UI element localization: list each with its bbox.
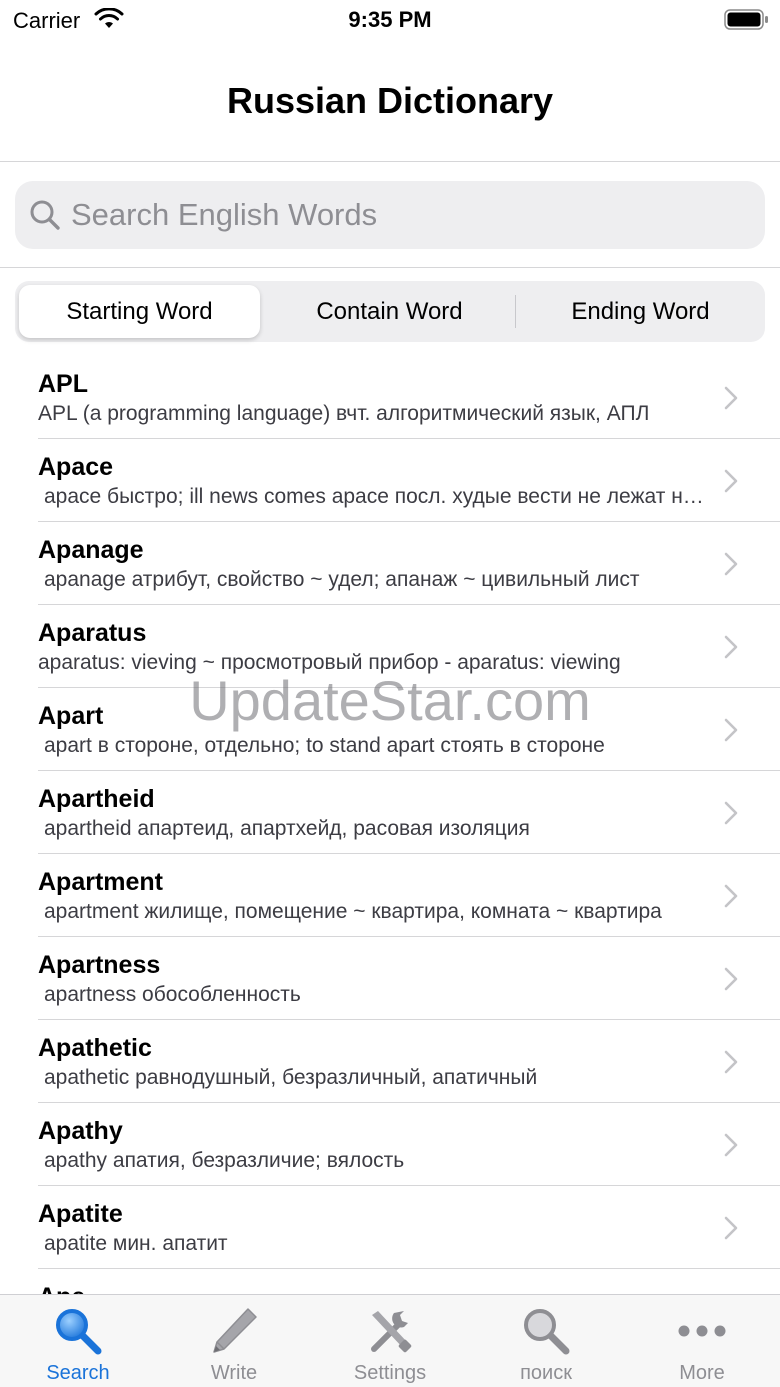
tab-label: Settings bbox=[353, 1362, 427, 1384]
tab-label: More bbox=[679, 1362, 725, 1384]
chevron-right-icon bbox=[724, 635, 738, 659]
entry-word: Apartness bbox=[38, 951, 161, 979]
tab-label: поиск bbox=[520, 1362, 572, 1384]
tab-more[interactable]: More bbox=[624, 1295, 780, 1387]
entry-definition: apartness обособленность bbox=[44, 983, 301, 1006]
entry-word: Apartment bbox=[38, 868, 164, 896]
entry-definition: apartheid апартеид, апартхейд, расовая и… bbox=[44, 817, 530, 840]
word-list: APL APL (a programming language) вчт. ал… bbox=[0, 356, 780, 1294]
chevron-right-icon bbox=[724, 718, 738, 742]
list-item[interactable]: Apathetic apathetic равнодушный, безразл… bbox=[0, 1020, 780, 1103]
list-item[interactable]: Apace apace быстро; ill news comes apace… bbox=[0, 439, 780, 522]
list-item[interactable]: Ape bbox=[0, 1269, 780, 1294]
list-item[interactable]: Apart apart в стороне, отдельно; to stan… bbox=[0, 688, 780, 771]
more-dots-icon bbox=[678, 1325, 726, 1337]
list-item[interactable]: Aparatus aparatus: vieving ~ просмотровы… bbox=[0, 605, 780, 688]
entry-word: Apathy bbox=[38, 1117, 123, 1145]
entry-definition: apatite мин. апатит bbox=[44, 1232, 228, 1255]
entry-word: Apart bbox=[38, 702, 104, 730]
segment-starting-word[interactable]: Starting Word bbox=[19, 285, 260, 338]
tab-write[interactable]: Write bbox=[156, 1295, 312, 1387]
search-bar[interactable] bbox=[15, 181, 765, 249]
entry-definition: apathetic равнодушный, безразличный, апа… bbox=[44, 1066, 538, 1089]
page-title: Russian Dictionary bbox=[226, 80, 554, 121]
chevron-right-icon bbox=[724, 469, 738, 493]
chevron-right-icon bbox=[724, 1133, 738, 1157]
entry-definition: APL (a programming language) вчт. алгори… bbox=[38, 402, 650, 425]
tab-bar: Search Write Settings поиск More bbox=[0, 1294, 780, 1387]
chevron-right-icon bbox=[724, 552, 738, 576]
entry-word: Aparatus bbox=[38, 619, 147, 647]
list-item[interactable]: APL APL (a programming language) вчт. ал… bbox=[0, 356, 780, 439]
search-icon bbox=[30, 200, 60, 230]
entry-definition: aparatus: vieving ~ просмотровый прибор … bbox=[38, 651, 621, 674]
chevron-right-icon bbox=[724, 386, 738, 410]
tab-search[interactable]: Search bbox=[0, 1295, 156, 1387]
entry-definition: apartment жилище, помещение ~ квартира, … bbox=[44, 900, 662, 923]
tab-settings[interactable]: Settings bbox=[312, 1295, 468, 1387]
entry-word: Ape bbox=[38, 1283, 85, 1294]
entry-word: Apatite bbox=[38, 1200, 123, 1228]
entry-definition: apathy апатия, безразличие; вялость bbox=[44, 1149, 405, 1172]
clock: 9:35 PM bbox=[348, 7, 432, 32]
list-item[interactable]: Apathy apathy апатия, безразличие; вялос… bbox=[0, 1103, 780, 1186]
search-area bbox=[0, 163, 780, 268]
search-mode-segmented-control: Starting Word Contain Word Ending Word bbox=[15, 281, 765, 342]
segment-contain-word[interactable]: Contain Word bbox=[269, 285, 510, 338]
battery-icon bbox=[724, 9, 768, 30]
status-bar: Carrier 9:35 PM bbox=[0, 0, 780, 40]
segment-divider bbox=[515, 295, 516, 328]
list-item[interactable]: Apanage apanage атрибут, свойство ~ удел… bbox=[0, 522, 780, 605]
pencil-icon bbox=[213, 1308, 257, 1353]
search-input[interactable] bbox=[71, 181, 751, 249]
entry-word: Apace bbox=[38, 453, 114, 481]
tab-label: Write bbox=[210, 1362, 258, 1384]
chevron-right-icon bbox=[724, 967, 738, 991]
entry-word: Apathetic bbox=[38, 1034, 152, 1062]
tab-poisk[interactable]: поиск bbox=[468, 1295, 624, 1387]
segment-ending-word[interactable]: Ending Word bbox=[520, 285, 761, 338]
list-item[interactable]: Apartness apartness обособленность bbox=[0, 937, 780, 1020]
tools-icon bbox=[371, 1311, 412, 1353]
entry-definition: apart в стороне, отдельно; to stand apar… bbox=[44, 734, 605, 757]
list-item[interactable]: Apatite apatite мин. апатит bbox=[0, 1186, 780, 1269]
magnifier-icon bbox=[56, 1309, 102, 1355]
chevron-right-icon bbox=[724, 1216, 738, 1240]
list-item[interactable]: Apartment apartment жилище, помещение ~ … bbox=[0, 854, 780, 937]
chevron-right-icon bbox=[724, 801, 738, 825]
entry-definition: apanage атрибут, свойство ~ удел; апанаж… bbox=[44, 568, 640, 591]
entry-word: APL bbox=[38, 370, 88, 398]
chevron-right-icon bbox=[724, 1050, 738, 1074]
navigation-bar: Russian Dictionary bbox=[0, 40, 780, 162]
entry-definition: apace быстро; ill news comes apace посл.… bbox=[44, 485, 706, 508]
entry-word: Apartheid bbox=[38, 785, 155, 813]
entry-word: Apanage bbox=[38, 536, 144, 564]
magnifier-icon bbox=[524, 1309, 570, 1355]
tab-label: Search bbox=[46, 1362, 110, 1384]
chevron-right-icon bbox=[724, 884, 738, 908]
list-item[interactable]: Apartheid apartheid апартеид, апартхейд,… bbox=[0, 771, 780, 854]
